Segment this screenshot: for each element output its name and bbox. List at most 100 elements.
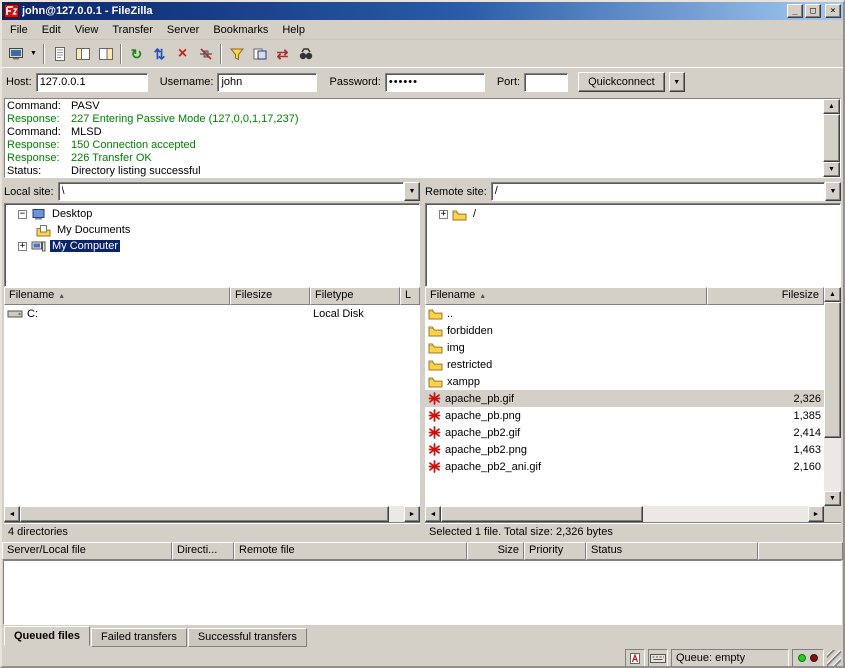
file-name: ..	[447, 308, 453, 320]
remote-file-row[interactable]: apache_pb2.png 1,463	[425, 441, 824, 458]
log-label: Command:	[7, 100, 71, 113]
password-input[interactable]	[385, 73, 485, 92]
scrollbar-thumb[interactable]	[824, 302, 841, 438]
remote-file-row[interactable]: ..	[425, 305, 824, 322]
username-input[interactable]	[217, 73, 317, 92]
queue-column-size[interactable]: Size	[467, 542, 524, 560]
find-files-button[interactable]	[294, 43, 317, 65]
queue-column-direction[interactable]: Directi...	[172, 542, 234, 560]
tree-item-my-computer[interactable]: + My Computer	[6, 238, 418, 254]
filter-button[interactable]	[225, 43, 248, 65]
local-tree-toggle-button[interactable]	[71, 43, 94, 65]
port-input[interactable]	[524, 73, 568, 92]
scroll-left-icon[interactable]: ◄	[4, 506, 20, 522]
expand-icon[interactable]: +	[439, 210, 448, 219]
local-file-row[interactable]: C: Local Disk	[4, 305, 420, 322]
minimize-button[interactable]: _	[787, 4, 803, 18]
refresh-button[interactable]: ↻	[125, 43, 148, 65]
remote-vertical-scrollbar[interactable]: ▲ ▼	[824, 287, 841, 506]
disconnect-button[interactable]	[194, 43, 217, 65]
site-manager-dropdown-button[interactable]: ▼	[27, 43, 40, 65]
scrollbar-thumb[interactable]	[20, 506, 389, 522]
remote-file-row[interactable]: apache_pb2_ani.gif 2,160	[425, 458, 824, 475]
maximize-button[interactable]: □	[805, 4, 821, 18]
expand-icon[interactable]: +	[18, 242, 27, 251]
menu-file[interactable]: File	[3, 22, 35, 38]
remote-file-row[interactable]: restricted	[425, 356, 824, 373]
sync-browse-icon: ⇄	[277, 47, 289, 61]
scroll-left-icon[interactable]: ◄	[425, 506, 441, 522]
tab-queued-files[interactable]: Queued files	[4, 626, 90, 646]
scroll-right-icon[interactable]: ►	[808, 506, 824, 522]
tree-item-desktop[interactable]: − Desktop	[6, 206, 418, 222]
queue-column-priority[interactable]: Priority	[524, 542, 586, 560]
scroll-up-icon[interactable]: ▲	[824, 287, 841, 302]
column-header-filesize[interactable]: Filesize	[707, 287, 824, 305]
remote-file-row[interactable]: xampp	[425, 373, 824, 390]
tab-successful-transfers[interactable]: Successful transfers	[188, 628, 307, 647]
scroll-down-icon[interactable]: ▼	[823, 162, 840, 177]
tree-item-my-documents[interactable]: My Documents	[6, 222, 418, 238]
column-header-filetype[interactable]: Filetype	[310, 287, 400, 305]
quickconnect-dropdown-button[interactable]: ▼	[669, 72, 685, 92]
remote-tree-icon	[98, 46, 114, 62]
local-site-input[interactable]	[58, 182, 404, 201]
remote-horizontal-scrollbar[interactable]: ◄ ►	[425, 506, 841, 522]
tab-failed-transfers[interactable]: Failed transfers	[91, 628, 187, 647]
collapse-icon[interactable]: −	[18, 210, 27, 219]
remote-file-row[interactable]: apache_pb2.gif 2,414	[425, 424, 824, 441]
remote-file-row[interactable]: apache_pb.png 1,385	[425, 407, 824, 424]
message-log-toggle-button[interactable]	[48, 43, 71, 65]
remote-site-input[interactable]	[491, 182, 825, 201]
menu-edit[interactable]: Edit	[35, 22, 68, 38]
remote-file-row[interactable]: img	[425, 339, 824, 356]
local-horizontal-scrollbar[interactable]: ◄ ►	[4, 506, 420, 522]
local-file-list: C: Local Disk	[4, 305, 420, 506]
resize-grip[interactable]	[827, 650, 841, 666]
local-site-dropdown-button[interactable]: ▼	[404, 182, 420, 201]
queue-column-remote-file[interactable]: Remote file	[234, 542, 467, 560]
remote-file-row-selected[interactable]: apache_pb.gif 2,326	[425, 390, 824, 407]
menu-transfer[interactable]: Transfer	[105, 22, 160, 38]
status-bar: Queue: empty	[2, 647, 843, 668]
column-header-filename[interactable]: Filename▲	[4, 287, 230, 305]
cancel-button[interactable]: ×	[171, 43, 194, 65]
remote-site-dropdown-button[interactable]: ▼	[825, 182, 841, 201]
log-label: Response:	[7, 152, 71, 165]
remote-tree-toggle-button[interactable]	[94, 43, 117, 65]
remote-site-combobox: ▼	[491, 182, 841, 202]
directory-comparison-button[interactable]	[248, 43, 271, 65]
remote-file-row[interactable]: forbidden	[425, 322, 824, 339]
synchronized-browsing-button[interactable]: ⇄	[271, 43, 294, 65]
queue-column-server-local-file[interactable]: Server/Local file	[2, 542, 172, 560]
apache-file-icon	[428, 392, 441, 405]
column-header-filesize[interactable]: Filesize	[230, 287, 310, 305]
log-scrollbar[interactable]: ▲ ▼	[823, 99, 840, 177]
quickconnect-bar: Host: Username: Password: Port: Quickcon…	[2, 67, 843, 96]
host-input[interactable]	[36, 73, 148, 92]
queue-list[interactable]	[3, 560, 842, 625]
menu-help[interactable]: Help	[275, 22, 312, 38]
quickconnect-button[interactable]: Quickconnect	[578, 72, 665, 92]
file-name: apache_pb.gif	[445, 393, 514, 405]
queue-column-status[interactable]: Status	[586, 542, 758, 560]
column-header-last-modified[interactable]: L	[400, 287, 420, 305]
tree-item-root[interactable]: + /	[427, 206, 839, 222]
titlebar: john@127.0.0.1 - FileZilla _ □ ×	[2, 2, 843, 20]
scroll-up-icon[interactable]: ▲	[823, 99, 840, 114]
scrollbar-thumb[interactable]	[823, 114, 840, 162]
folder-icon	[452, 208, 467, 221]
process-queue-button[interactable]: ⇅	[148, 43, 171, 65]
menu-server[interactable]: Server	[160, 22, 206, 38]
scroll-right-icon[interactable]: ►	[404, 506, 420, 522]
menu-bookmarks[interactable]: Bookmarks	[206, 22, 275, 38]
local-list-header: Filename▲ Filesize Filetype L	[4, 287, 420, 305]
remote-list-header: Filename▲ Filesize	[425, 287, 824, 305]
close-button[interactable]: ×	[825, 4, 841, 18]
scrollbar-thumb[interactable]	[441, 506, 643, 522]
file-name: C:	[27, 308, 38, 320]
column-header-filename[interactable]: Filename▲	[425, 287, 707, 305]
menu-view[interactable]: View	[68, 22, 106, 38]
site-manager-button[interactable]	[4, 43, 27, 65]
scroll-down-icon[interactable]: ▼	[824, 491, 841, 506]
